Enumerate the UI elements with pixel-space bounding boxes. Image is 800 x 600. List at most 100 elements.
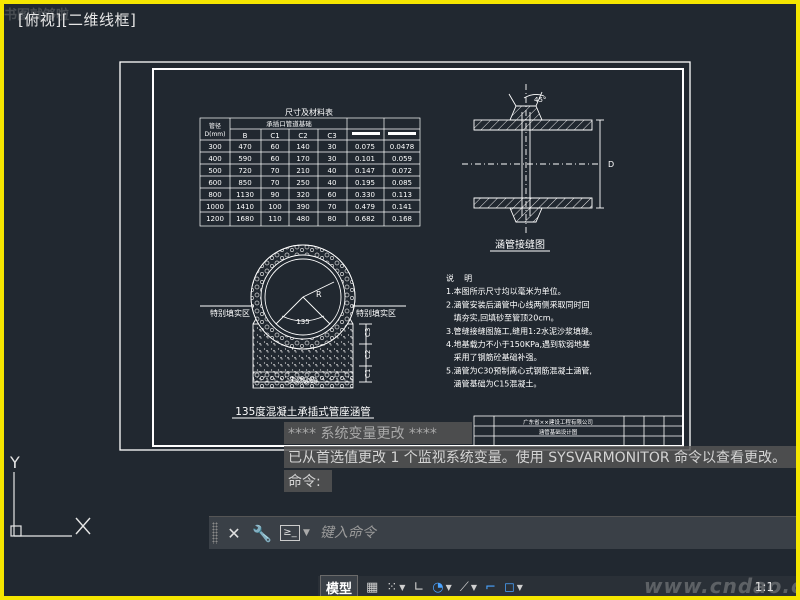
table-cell: 250 [296,179,309,187]
table-cell: 500 [208,167,221,175]
note-line: 3.管缝接缝图施工,缝用1:2水泥沙浆填缝。 [446,326,597,336]
table-cell: 170 [296,155,309,163]
note-line: 5.涵管为C30预制离心式钢筋混凝土涵管, [446,365,592,375]
table-cell: 70 [271,167,280,175]
note-line: 涵管基础为C15混凝土。 [446,379,541,389]
ortho-icon[interactable]: ∟ [413,580,424,595]
table-header-cell: D(mm) [205,131,226,138]
material-table [199,117,421,227]
table-cell: 70 [328,203,337,211]
osnap-box-icon[interactable]: ◻ [504,580,515,595]
inner-frame [152,68,684,447]
dim-c1: C1 [364,369,372,378]
model-space-button[interactable]: 模型 [320,574,359,596]
command-history: **** 系统变量更改 **** 已从首选值更改 1 个监视系统变量。使用 SY… [284,422,796,494]
table-cell: 400 [208,155,221,163]
table-cell: 390 [296,203,309,211]
table-cell: 0.075 [355,143,375,151]
section-title: 135度混凝土承插式管座涵管 [235,405,371,418]
table-cell: 800 [208,191,221,199]
table-cell: 60 [271,155,280,163]
table-cell: 300 [208,143,221,151]
wrench-icon[interactable]: 🔧 [250,524,274,543]
table-header-cell: 管径 [209,122,221,130]
snap-icon[interactable]: ⁙ [386,580,397,595]
table-header-cell: C1 [270,132,279,140]
close-icon[interactable]: ✕ [222,524,246,543]
table-cell: 210 [296,167,309,175]
header-bar-2 [388,132,416,135]
note-line: 采用了钢筋砼基础补强。 [446,352,542,362]
ucs-y-label: Y [9,453,20,472]
outer-frame [119,61,691,451]
table-cell: 0.479 [355,203,375,211]
table-header-cell: C3 [327,132,336,140]
osnap-icon[interactable]: ⌐ [485,580,496,595]
grid-icon[interactable]: ▦ [366,580,378,595]
table-cell: 0.085 [392,179,412,187]
command-line-bar: ✕ 🔧 ≥_ ▼ [209,516,796,549]
table-cell: 30 [328,155,337,163]
chevron-down-icon: ▼ [303,528,310,538]
history-line-sysvar: **** 系统变量更改 **** [284,422,472,444]
right-fill-label: 特别填实区 [356,308,396,318]
table-cell: 1200 [206,215,224,223]
gravel-label: 天然砂砾 [289,376,317,385]
note-line: 说 明 [446,273,472,283]
header-bar-1 [352,132,380,135]
table-cell: 30 [328,143,337,151]
polar-icon[interactable]: ◔ [432,580,443,595]
table-cell: 0.0478 [390,143,415,151]
joint-drawing [462,84,604,236]
table-cell: 70 [271,179,280,187]
history-line-monitor: 已从首选值更改 1 个监视系统变量。使用 SYSVARMONITOR 命令以查看… [284,446,796,468]
table-cell: 0.195 [355,179,375,187]
note-line: 2.涵管安装后涵管中心线两侧采取同时回 [446,299,590,309]
table-cell: 140 [296,143,309,151]
table-cell: 0.141 [392,203,412,211]
bottom-right-watermark: www.cndao.com [644,574,796,596]
dim-c2: C2 [364,350,372,359]
table-cells: 管径D(mm) B C1 C2 C3 300 470 60 140 30 0.075 0.0478 40… [205,122,415,223]
left-fill-label: 特别填实区 [210,308,250,318]
chevron-down-icon[interactable]: ▼ [471,583,477,592]
table-cell: 60 [271,143,280,151]
note-line: 1.本图所示尺寸均以毫米为单位。 [446,286,566,296]
table-cell: 0.113 [392,191,412,199]
command-prompt-icon: ≥_ [280,525,300,541]
table-cell: 0.072 [392,167,412,175]
table-title: 尺寸及材料表 [285,107,333,117]
note-line: 填夯实,回填砂至管顶20cm。 [446,313,559,323]
table-cell: 1680 [236,215,254,223]
table-header-cell: B [243,132,248,140]
dim-c3: C3 [364,328,372,337]
table-cell: 720 [238,167,251,175]
notes-block: 说 明 1.本图所示尺寸均以毫米为单位。 2.涵管安装后涵管中心线两侧采取同时回 填… [446,273,597,389]
command-input[interactable] [317,519,796,547]
chevron-down-icon[interactable]: ▼ [517,583,523,592]
drawing-canvas[interactable]: 书图就够啦 [俯视][二维线框] 尺寸及材料表 承插口管道基础 管径 D(mm)… [4,4,796,596]
table-cell: 60 [328,191,337,199]
joint-angle: 45° [534,96,546,104]
table-cell: 1130 [236,191,254,199]
table-cell: 40 [328,167,337,175]
table-header-cell: C2 [298,132,307,140]
chevron-down-icon[interactable]: ▼ [446,583,452,592]
recent-commands-button[interactable]: ≥_ ▼ [280,525,310,541]
table-cell: 1410 [236,203,254,211]
ucs-x-mark [75,517,91,535]
chevron-down-icon[interactable]: ▼ [399,583,405,592]
radius-label: R [316,290,322,299]
table-cell: 480 [296,215,309,223]
joint-title: 涵管接缝图 [495,238,545,251]
table-cell: 0.147 [355,167,375,175]
table-cell: 0.330 [355,191,375,199]
command-bar-grip[interactable] [212,522,218,544]
table-cell: 590 [238,155,251,163]
angle-135: 135 [296,318,309,326]
table-cell: 40 [328,179,337,187]
table-subheader: 承插口管道基础 [266,119,312,128]
table-cell: 90 [271,191,280,199]
isodraft-icon[interactable]: ⟋ [460,580,469,595]
table-cell: 80 [328,215,337,223]
